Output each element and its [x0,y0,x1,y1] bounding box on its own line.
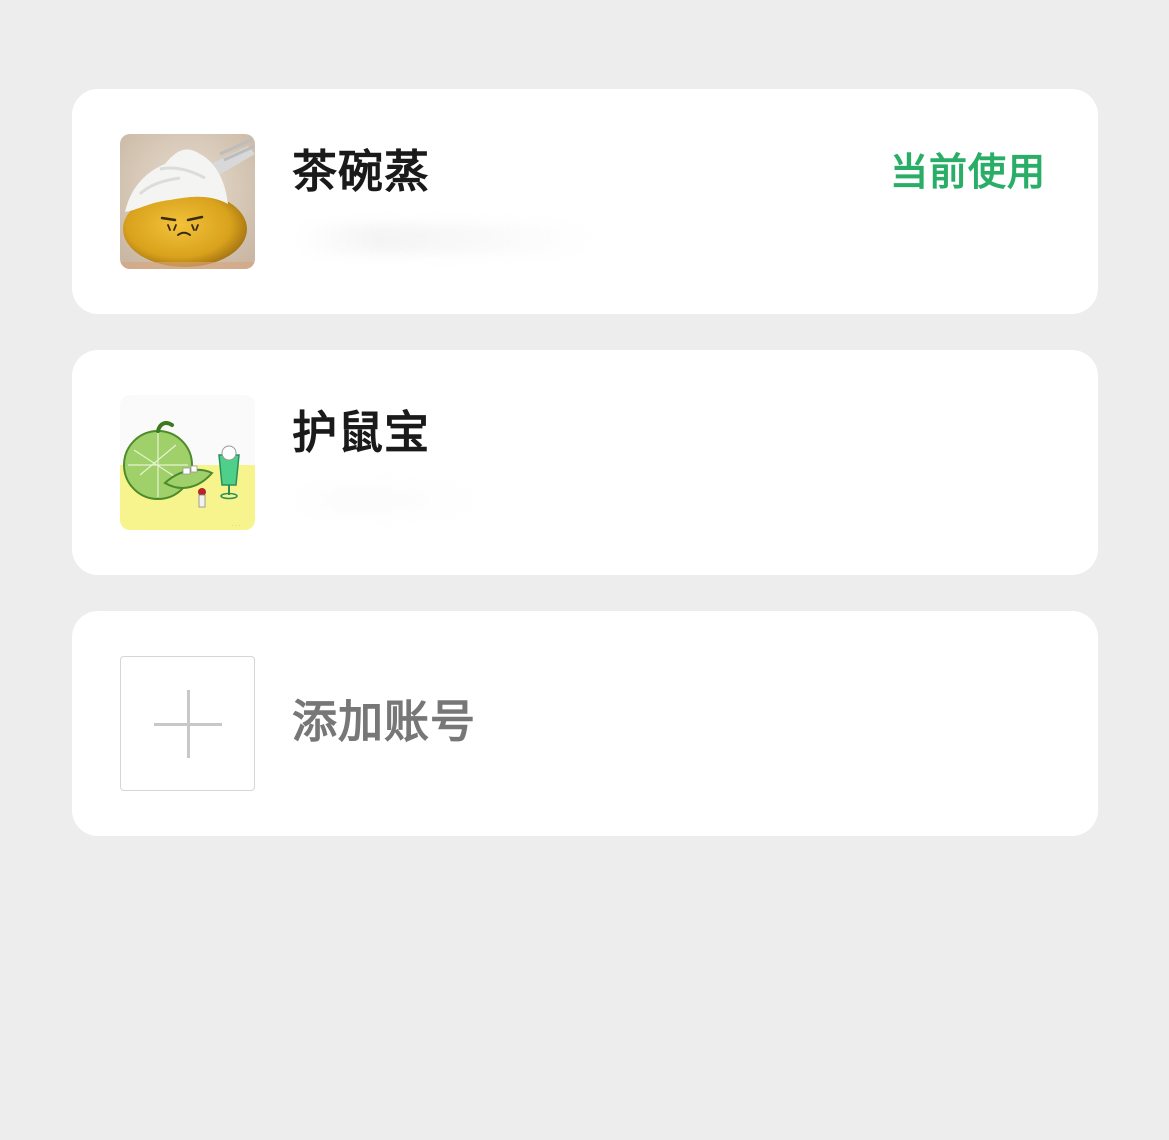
add-account-card[interactable]: 添加账号 [72,611,1098,836]
account-name: 茶碗蒸 [292,145,431,198]
avatar [120,134,255,269]
account-name: 护鼠宝 [292,406,431,459]
svg-text:· · ·: · · · [232,523,240,529]
add-account-label: 添加账号 [292,695,477,748]
plus-icon [154,690,222,758]
current-status-label: 当前使用 [889,150,1046,194]
account-card[interactable]: · · · 护鼠宝 [72,350,1098,575]
melon-illustration-avatar-icon: · · · [120,395,255,530]
redacted-id [292,485,482,515]
add-account-button[interactable] [120,656,255,791]
account-card-current[interactable]: 茶碗蒸 当前使用 [72,89,1098,314]
avatar: · · · [120,395,255,530]
cream-puff-avatar-icon [120,134,255,269]
redacted-id [292,224,592,254]
